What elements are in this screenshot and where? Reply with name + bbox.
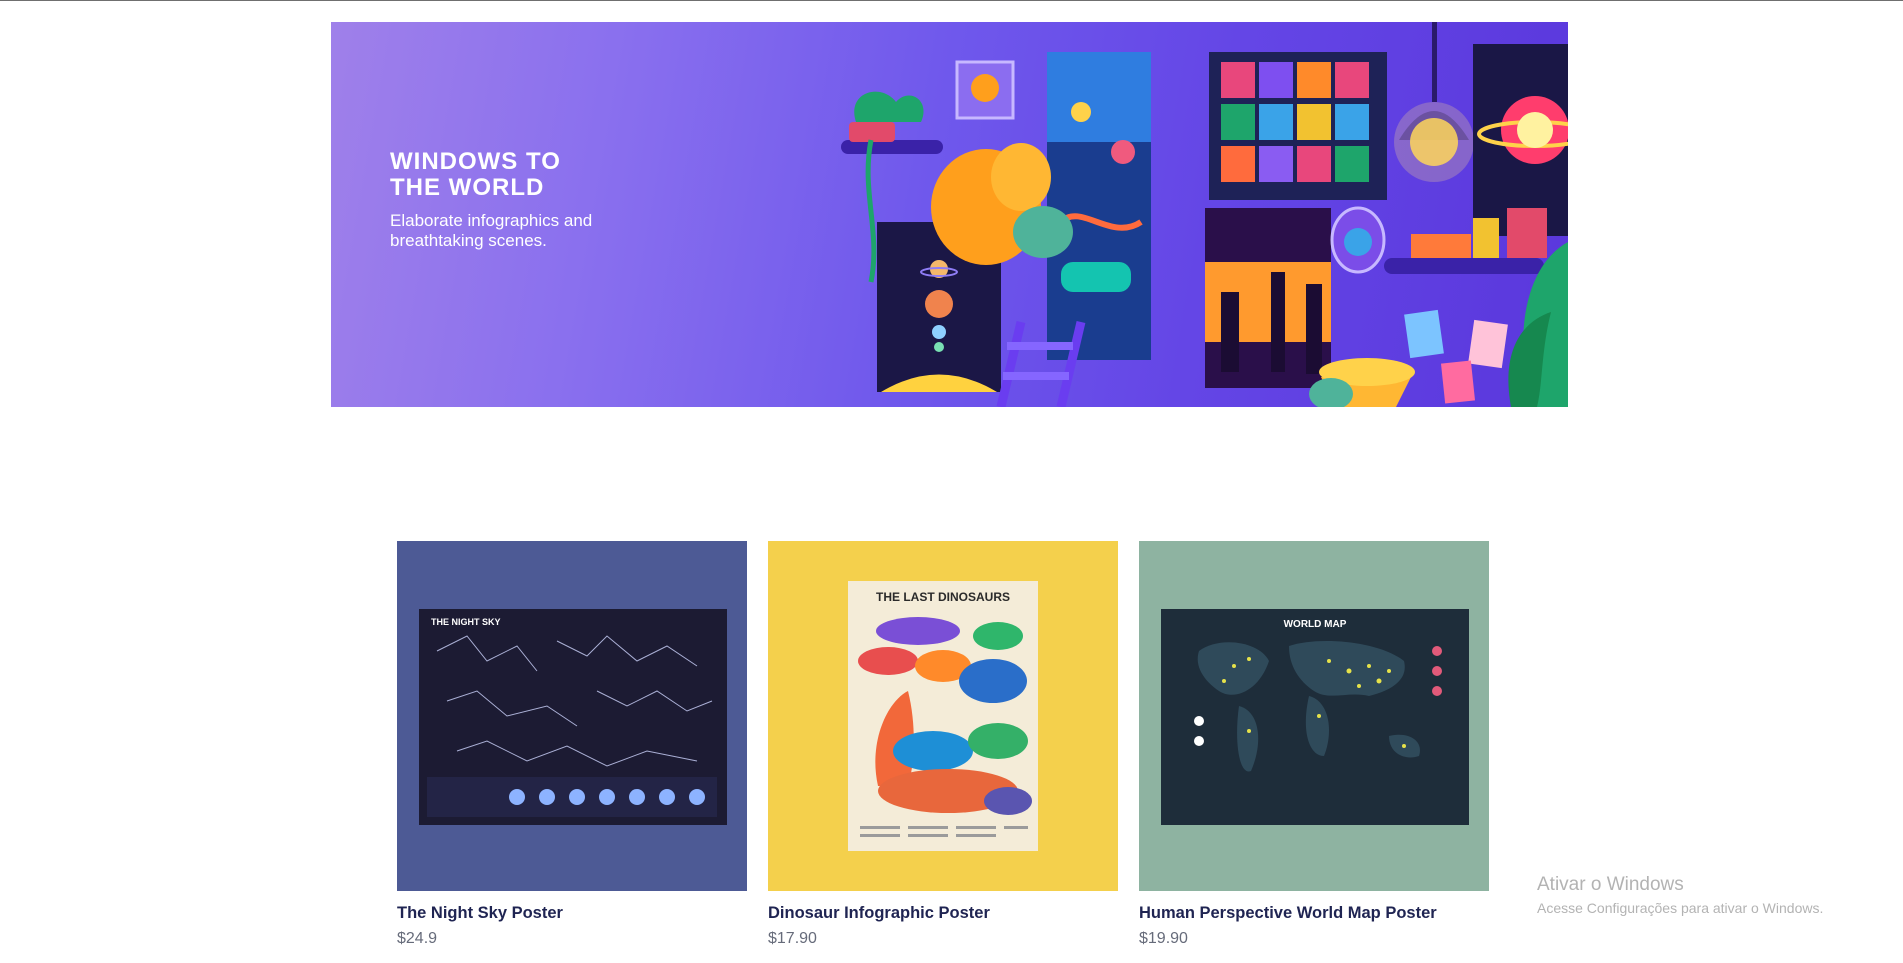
night-sky-poster-image: THE NIGHT SKY xyxy=(419,609,727,825)
hero-illustration xyxy=(841,22,1568,407)
poster-title: THE LAST DINOSAURS xyxy=(876,590,1010,604)
product-price: $17.90 xyxy=(768,930,817,947)
product-card[interactable]: THE NIGHT SKY The Night Sky Poster $24.9 xyxy=(397,541,747,948)
poster-title: WORLD MAP xyxy=(1284,619,1347,630)
hero-subtitle: Elaborate infographics and breathtaking … xyxy=(390,211,593,250)
product-name[interactable]: Dinosaur Infographic Poster xyxy=(768,904,1118,923)
watermark-subtitle: Acesse Configurações para ativar o Windo… xyxy=(1537,900,1824,916)
poster-title: THE NIGHT SKY xyxy=(431,617,501,627)
product-image[interactable]: THE LAST DINOSAURS xyxy=(768,541,1118,891)
product-image[interactable]: WORLD MAP xyxy=(1139,541,1489,891)
windows-activation-watermark: Ativar o Windows Acesse Configurações pa… xyxy=(1537,874,1823,916)
world-map-poster-image: WORLD MAP xyxy=(1161,609,1469,825)
product-card[interactable]: THE LAST DINOSAURS Dinosaur Infographic … xyxy=(768,541,1118,948)
watermark-title: Ativar o Windows xyxy=(1537,874,1684,895)
dinosaur-poster-image: THE LAST DINOSAURS xyxy=(848,581,1038,851)
product-image[interactable]: THE NIGHT SKY xyxy=(397,541,747,891)
product-name[interactable]: Human Perspective World Map Poster xyxy=(1139,904,1489,923)
top-divider xyxy=(0,0,1903,1)
product-price: $19.90 xyxy=(1139,930,1188,947)
product-price: $24.9 xyxy=(397,930,438,947)
product-card[interactable]: WORLD MAP Human Perspective World Map Po… xyxy=(1139,541,1489,948)
product-name[interactable]: The Night Sky Poster xyxy=(397,904,747,923)
hero-banner[interactable]: WINDOWS TO THE WORLD Elaborate infograph… xyxy=(331,22,1568,407)
hero-title: WINDOWS TO THE WORLD xyxy=(390,148,561,201)
